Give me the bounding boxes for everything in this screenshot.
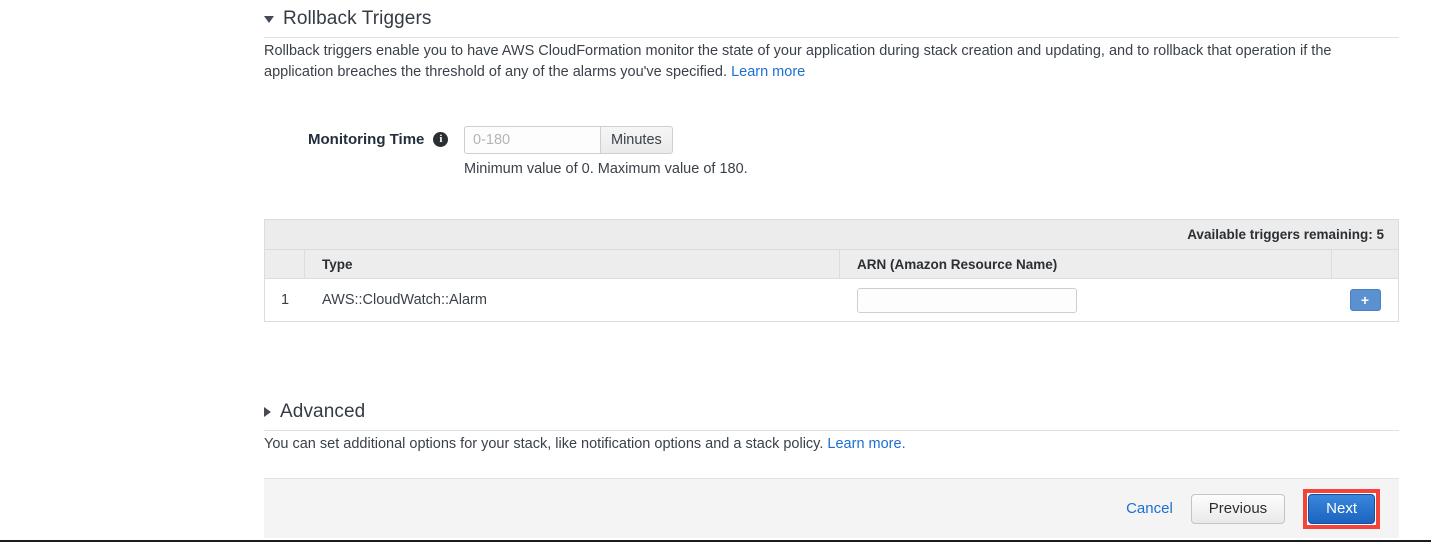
table-toolbar: Available triggers remaining: 5: [265, 220, 1398, 250]
column-header-actions: [1332, 250, 1398, 278]
arn-input[interactable]: [857, 287, 1077, 313]
wizard-footer: Cancel Previous Next: [264, 478, 1399, 538]
advanced-section-header[interactable]: Advanced: [264, 401, 1399, 431]
advanced-description: You can set additional options for your …: [264, 434, 1389, 455]
monitoring-time-input-group: Minutes: [464, 126, 673, 154]
cloudformation-stack-options-page: Rollback Triggers Rollback triggers enab…: [0, 0, 1431, 542]
triangle-right-icon[interactable]: [264, 407, 271, 417]
rollback-triggers-table: Available triggers remaining: 5 Type ARN…: [264, 219, 1399, 322]
rollback-learn-more-link[interactable]: Learn more: [731, 64, 805, 80]
cancel-button[interactable]: Cancel: [1126, 500, 1173, 517]
add-trigger-button[interactable]: +: [1349, 289, 1381, 311]
advanced-description-text: You can set additional options for your …: [264, 436, 824, 452]
table-row: 1 AWS::CloudWatch::Alarm +: [265, 279, 1398, 322]
row-actions-cell: +: [1332, 279, 1398, 321]
next-button-highlight: Next: [1303, 488, 1380, 529]
monitoring-time-hint: Minimum value of 0. Maximum value of 180…: [464, 161, 748, 177]
column-header-index: [265, 250, 305, 278]
column-header-arn[interactable]: ARN (Amazon Resource Name): [840, 250, 1332, 278]
rollback-triggers-section-header[interactable]: Rollback Triggers: [264, 8, 1399, 38]
row-type-value: AWS::CloudWatch::Alarm: [322, 292, 487, 308]
table-header-row: Type ARN (Amazon Resource Name): [265, 250, 1398, 279]
advanced-learn-more-link[interactable]: Learn more.: [827, 436, 905, 452]
monitoring-time-label: Monitoring Time: [308, 131, 425, 148]
row-arn-cell: [840, 279, 1332, 321]
monitoring-time-unit-addon: Minutes: [600, 126, 673, 154]
info-icon[interactable]: i: [433, 132, 449, 147]
monitoring-time-label-group: Monitoring Time i: [308, 131, 449, 148]
triangle-down-icon[interactable]: [264, 15, 274, 23]
next-button[interactable]: Next: [1308, 493, 1375, 524]
rollback-triggers-title: Rollback Triggers: [283, 8, 432, 29]
previous-button[interactable]: Previous: [1190, 493, 1286, 524]
rollback-triggers-description: Rollback triggers enable you to have AWS…: [264, 41, 1389, 83]
advanced-title: Advanced: [280, 401, 366, 422]
row-index: 1: [280, 292, 290, 308]
monitoring-time-input[interactable]: [464, 126, 600, 154]
available-triggers-remaining: Available triggers remaining: 5: [1187, 227, 1384, 242]
column-header-type[interactable]: Type: [305, 250, 840, 278]
